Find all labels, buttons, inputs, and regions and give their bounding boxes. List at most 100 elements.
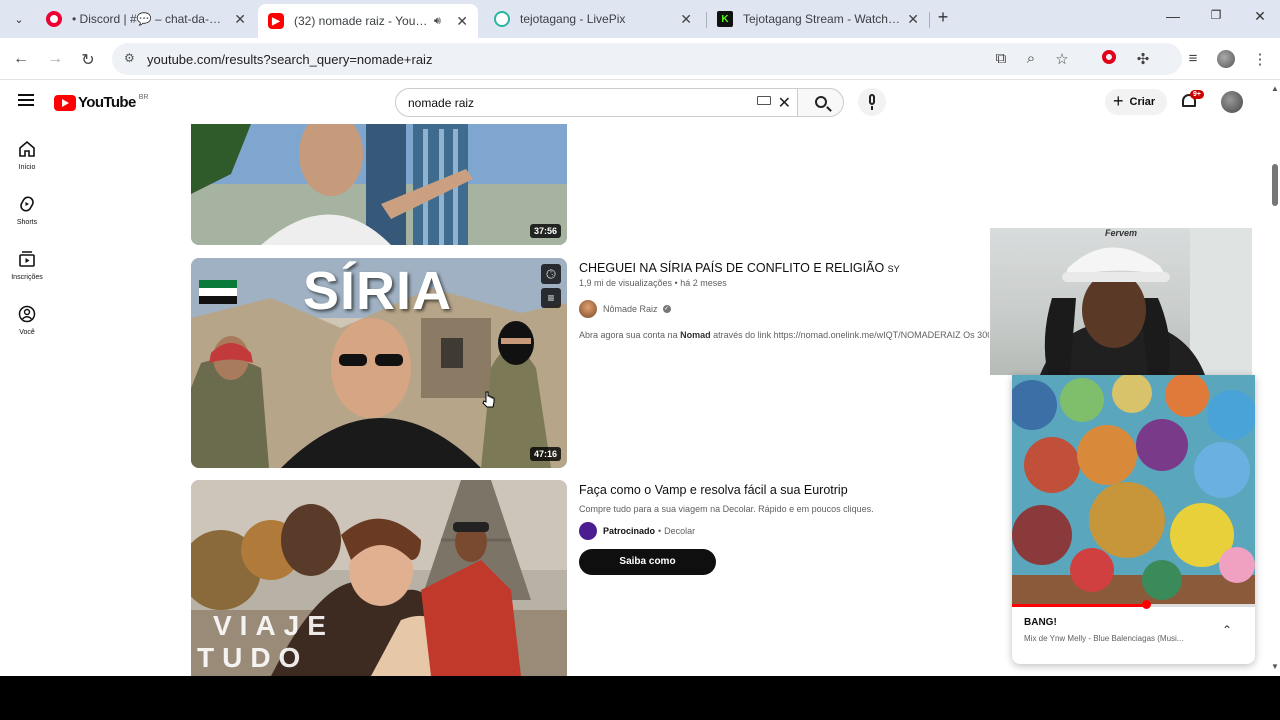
livepix-icon xyxy=(494,11,510,27)
browser-toolbar: ← → ↻ ⚙ youtube.com/results?search_query… xyxy=(0,38,1280,80)
ad-description: Compre tudo para a sua viagem na Decolar… xyxy=(579,504,874,514)
description-bold: Nomad xyxy=(680,330,711,340)
progress-knob[interactable] xyxy=(1141,600,1151,609)
tab-title: (32) nomade raiz - YouTube xyxy=(294,14,432,28)
hamburger-menu-icon[interactable] xyxy=(18,94,34,106)
channel-link[interactable]: Nômade Raiz ✓ xyxy=(579,300,671,318)
duration-badge: 37:56 xyxy=(529,224,561,238)
close-icon[interactable]: ✕ xyxy=(456,13,468,30)
install-app-icon[interactable]: ⧉ xyxy=(991,50,1011,67)
rail-item-home[interactable]: Início xyxy=(0,140,54,171)
close-icon[interactable]: ✕ xyxy=(234,11,246,28)
video-thumbnail[interactable]: 37:56 xyxy=(191,124,567,245)
scroll-down-arrow[interactable]: ▼ xyxy=(1271,662,1279,671)
home-icon xyxy=(19,140,35,157)
discord-icon xyxy=(46,11,62,27)
bookmark-star-icon[interactable]: ☆ xyxy=(1052,50,1072,68)
voice-search-button[interactable] xyxy=(858,88,886,116)
account-avatar[interactable] xyxy=(1221,91,1243,113)
back-button[interactable]: ← xyxy=(11,50,31,68)
video-description: Abra agora sua conta na Nomad através do… xyxy=(579,330,989,340)
title-flag: SY xyxy=(887,264,900,274)
youtube-play-icon xyxy=(54,94,76,111)
webcam-overlay: Fervem xyxy=(990,228,1252,375)
tab-livepix[interactable]: tejotagang - LivePix ✕ xyxy=(484,4,702,34)
duration-badge: 47:16 xyxy=(529,447,561,461)
mini-player-artwork[interactable] xyxy=(1012,375,1255,605)
keyboard-icon[interactable] xyxy=(757,96,771,105)
ad-thumbnail[interactable]: VIAJE TUDO xyxy=(191,480,567,676)
tab-kick[interactable]: K Tejotagang Stream - Watch Live ✕ xyxy=(707,4,929,34)
thumbnail-text: SÍRIA xyxy=(303,261,453,321)
search-icon xyxy=(815,96,827,108)
extensions-icon[interactable]: ✣ xyxy=(1133,50,1153,68)
rail-label: Você xyxy=(19,329,35,336)
tab-discord[interactable]: • Discord | #💬 – chat-da-mala ✕ xyxy=(36,4,256,34)
speaker-icon[interactable]: 🔊︎ xyxy=(434,15,441,28)
tab-title: tejotagang - LivePix xyxy=(520,12,626,26)
scroll-up-arrow[interactable]: ▲ xyxy=(1271,84,1279,93)
search-input[interactable]: nomade raiz ✕ xyxy=(395,88,798,117)
subscriptions-icon xyxy=(19,251,35,267)
progress-bar[interactable] xyxy=(1012,604,1255,607)
rail-item-subscriptions[interactable]: Inscrições xyxy=(0,250,54,281)
ad-cta-button[interactable]: Saiba como xyxy=(579,549,716,575)
minimize-button[interactable]: — xyxy=(1158,8,1188,24)
album-art xyxy=(1012,375,1255,605)
scroll-thumb[interactable] xyxy=(1272,164,1278,206)
restore-button[interactable]: ❐ xyxy=(1201,8,1231,22)
tab-search-button[interactable]: ⌄ xyxy=(6,4,32,34)
more-menu-icon[interactable]: ⋮ xyxy=(1250,50,1270,68)
notifications-button[interactable]: 9+ xyxy=(1181,90,1204,110)
separator-dot: • xyxy=(658,526,662,536)
ad-advertiser[interactable]: Patrocinado • Decolar xyxy=(579,522,695,540)
mouse-cursor xyxy=(482,391,495,408)
search-button[interactable] xyxy=(797,88,844,117)
profile-avatar[interactable] xyxy=(1216,50,1236,72)
youtube-logo[interactable]: YouTube BR xyxy=(54,94,148,111)
reload-button[interactable]: ↻ xyxy=(78,50,98,70)
channel-name: Nômade Raiz xyxy=(603,304,658,314)
thumbnail-image xyxy=(191,124,567,245)
country-code: BR xyxy=(138,94,149,101)
opera-extension-icon[interactable] xyxy=(1099,50,1119,68)
verified-icon: ✓ xyxy=(662,305,671,313)
chevron-up-icon[interactable]: ⌃ xyxy=(1222,623,1232,637)
close-icon[interactable]: ✕ xyxy=(907,11,919,28)
microphone-icon xyxy=(869,94,875,105)
tab-title: Tejotagang Stream - Watch Live xyxy=(743,12,901,26)
rail-label: Inscrições xyxy=(11,274,43,281)
add-to-queue-icon[interactable]: ≡ xyxy=(541,288,561,308)
mini-player-title: BANG! xyxy=(1024,617,1057,628)
close-icon[interactable]: ✕ xyxy=(680,11,692,28)
cta-label: Saiba como xyxy=(619,556,676,567)
video-thumbnail[interactable]: SÍRIA 🕓︎ ≡ 47:16 xyxy=(191,258,567,468)
new-tab-button[interactable]: + xyxy=(928,7,958,28)
description-text: através do link https://nomad.onelink.me… xyxy=(710,330,989,340)
video-meta: 1,9 mi de visualizações • há 2 meses xyxy=(579,278,727,288)
media-controls-icon[interactable]: ≡ xyxy=(1183,50,1203,67)
watch-later-icon[interactable]: 🕓︎ xyxy=(541,264,561,284)
mini-player[interactable]: BANG! Mix de Ynw Melly - Blue Balenciaga… xyxy=(1012,375,1255,664)
url-text: youtube.com/results?search_query=nomade+… xyxy=(147,51,433,67)
cap-text: Fervem xyxy=(1105,228,1138,238)
page-scrollbar[interactable]: ▲ ▼ xyxy=(1270,80,1280,676)
rail-item-you[interactable]: Você xyxy=(0,305,54,336)
create-button[interactable]: + Criar xyxy=(1105,89,1167,115)
tab-youtube[interactable]: ▶ (32) nomade raiz - YouTube 🔊︎ ✕ xyxy=(258,4,478,38)
progress-fill xyxy=(1012,604,1146,607)
zoom-icon[interactable]: ⌕ xyxy=(1021,50,1041,67)
logo-text: YouTube xyxy=(78,94,136,111)
shorts-icon xyxy=(20,196,34,212)
rail-label: Shorts xyxy=(16,219,38,226)
webcam-image xyxy=(1040,228,1252,375)
clear-search-icon[interactable]: ✕ xyxy=(778,93,791,113)
ad-title[interactable]: Faça como o Vamp e resolva fácil a sua E… xyxy=(579,483,848,497)
rail-item-shorts[interactable]: Shorts xyxy=(0,195,54,226)
tab-title: • Discord | #💬 – chat-da-mala xyxy=(72,12,222,26)
close-window-button[interactable]: ✕ xyxy=(1245,8,1275,25)
site-settings-icon[interactable]: ⚙ xyxy=(124,51,135,65)
forward-button[interactable]: → xyxy=(45,50,65,68)
video-title[interactable]: CHEGUEI NA SÍRIA PAÍS DE CONFLITO E RELI… xyxy=(579,261,900,275)
sponsored-label: Patrocinado xyxy=(603,526,656,536)
